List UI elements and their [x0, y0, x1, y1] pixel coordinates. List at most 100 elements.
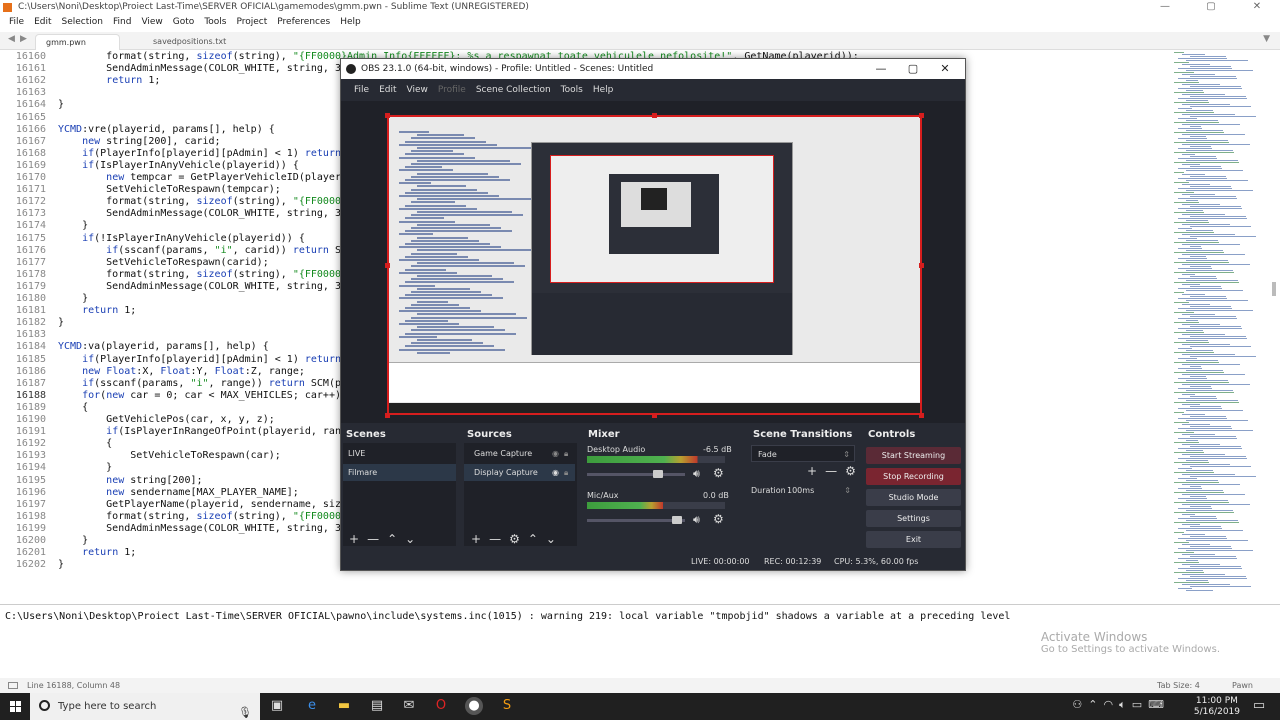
- code-line[interactable]: if(IsPlayerInRangeOfPoint(playerid, rang: [58, 426, 347, 437]
- code-line[interactable]: if(PlayerInfo[playerid][pAdmin] < 1) ret…: [58, 354, 341, 365]
- settings-button[interactable]: Settings: [866, 510, 961, 527]
- code-line[interactable]: new tempcar = GetPlayerVehicleID(playeri: [58, 172, 347, 183]
- menu-item-goto[interactable]: Goto: [168, 15, 200, 29]
- tab-savedpositions[interactable]: savedpositions.txt: [143, 34, 233, 50]
- code-line[interactable]: if(IsPlayerInAnyVehicle(playerid)) {: [58, 160, 299, 171]
- code-line[interactable]: {: [58, 402, 88, 413]
- notifications-icon[interactable]: ▭: [1250, 697, 1268, 715]
- task-view-icon[interactable]: ▣: [268, 697, 286, 715]
- obs-menu-tools[interactable]: Tools: [556, 79, 588, 101]
- mail-icon[interactable]: ✉: [400, 697, 418, 715]
- menu-item-find[interactable]: Find: [108, 15, 136, 29]
- minimap[interactable]: [1170, 50, 1280, 595]
- move-up-icon[interactable]: ⌃: [387, 532, 397, 546]
- close-icon[interactable]: ✕: [1234, 0, 1280, 15]
- tab-dropdown-icon[interactable]: ▼: [1263, 34, 1270, 44]
- resize-handle[interactable]: [652, 113, 657, 118]
- code-line[interactable]: SendAdminMessage(COLOR_WHITE, string, 3): [58, 208, 347, 219]
- edge-browser-icon[interactable]: e: [303, 697, 321, 715]
- speaker-icon[interactable]: 🔊︎: [693, 513, 700, 527]
- obs-preview[interactable]: [341, 101, 965, 423]
- eye-icon[interactable]: ◉: [552, 464, 559, 481]
- microphone-icon[interactable]: 🎙︎: [238, 699, 252, 726]
- minimize-icon[interactable]: —: [1142, 0, 1188, 15]
- volume-slider[interactable]: [587, 473, 685, 476]
- volume-slider-knob[interactable]: [672, 516, 683, 524]
- obs-taskbar-icon[interactable]: ●: [465, 697, 483, 715]
- obs-menu-file[interactable]: File: [349, 79, 374, 101]
- source-item-display-capture[interactable]: Display Capture ◉ 🔒︎: [464, 464, 575, 481]
- resize-handle[interactable]: [652, 413, 657, 418]
- code-line[interactable]: SetVehicleToRespawn(tempcar);: [58, 184, 281, 195]
- panel-toggle-icon[interactable]: [8, 682, 18, 689]
- start-streaming-button[interactable]: Start Streaming: [866, 447, 961, 464]
- obs-menu-edit[interactable]: Edit: [374, 79, 401, 101]
- audio-settings-gear-icon[interactable]: ⚙: [713, 466, 724, 480]
- sublime-taskbar-icon[interactable]: S: [498, 697, 516, 715]
- code-line[interactable]: format(string, sizeof(string), "{FF0000: [58, 511, 341, 522]
- remove-source-icon[interactable]: —: [489, 532, 501, 546]
- code-line[interactable]: if(PlayerInfo[playerid][pAdmin] < 1) ret…: [58, 148, 341, 159]
- exit-button[interactable]: Exit: [866, 531, 961, 548]
- menu-item-project[interactable]: Project: [231, 15, 272, 29]
- scene-item-live[interactable]: LIVE: [343, 445, 456, 462]
- add-transition-icon[interactable]: +: [807, 464, 817, 478]
- stop-recording-button[interactable]: Stop Recording: [866, 468, 961, 485]
- code-line[interactable]: format(string, sizeof(string), "{FF0000: [58, 196, 341, 207]
- code-line[interactable]: if(!IsPlayerInAnyVehicle(playerid)) {: [58, 233, 305, 244]
- taskbar-clock[interactable]: 11:00 PM 5/16/2019: [1194, 696, 1240, 718]
- store-icon[interactable]: ▤: [368, 697, 386, 715]
- code-line[interactable]: for(new car = 0; car < MAX_VEHICLES; car…: [58, 390, 341, 401]
- battery-icon[interactable]: ▭: [1132, 698, 1148, 711]
- code-line[interactable]: new sendername[MAX_PLAYER_NAME];: [58, 487, 299, 498]
- code-line[interactable]: if(sscanf(params, "i", range)) return SC…: [58, 378, 347, 389]
- code-line[interactable]: SendAdminMessage(COLOR_WHITE, string, 3): [58, 523, 347, 534]
- resize-handle[interactable]: [919, 413, 924, 418]
- lock-icon[interactable]: 🔒︎: [564, 445, 568, 462]
- code-line[interactable]: [58, 87, 82, 98]
- code-line[interactable]: }: [58, 559, 64, 570]
- opera-icon[interactable]: O: [432, 697, 450, 715]
- scenes-list[interactable]: LIVE Filmare: [343, 443, 456, 546]
- obs-menu-profile[interactable]: Profile: [433, 79, 471, 101]
- people-icon[interactable]: ⚇: [1072, 698, 1088, 711]
- resize-handle[interactable]: [385, 113, 390, 118]
- language-icon[interactable]: ⌨: [1148, 698, 1170, 711]
- status-tab-size[interactable]: Tab Size: 4: [1157, 678, 1200, 693]
- code-line[interactable]: format(string, sizeof(string), "{FF0000: [58, 269, 341, 280]
- maximize-icon[interactable]: ▢: [1188, 0, 1234, 15]
- studio-mode-button[interactable]: Studio Mode: [866, 489, 961, 506]
- spin-arrows-icon[interactable]: ⇕: [844, 483, 851, 498]
- transition-settings-gear-icon[interactable]: ⚙: [845, 464, 856, 478]
- tab-nav-left-icon[interactable]: ◀: [8, 34, 15, 44]
- source-settings-gear-icon[interactable]: ⚙: [509, 532, 520, 546]
- code-line[interactable]: }: [58, 462, 112, 473]
- code-line[interactable]: SetVehicleToRespawn(car);: [58, 450, 281, 461]
- audio-settings-gear-icon[interactable]: ⚙: [713, 512, 724, 526]
- menu-item-tools[interactable]: Tools: [199, 15, 231, 29]
- volume-slider-knob[interactable]: [653, 470, 663, 478]
- wifi-icon[interactable]: ◠: [1103, 698, 1119, 711]
- code-line[interactable]: return 1;: [58, 75, 160, 86]
- menu-item-selection[interactable]: Selection: [57, 15, 108, 29]
- obs-menu-view[interactable]: View: [402, 79, 433, 101]
- remove-transition-icon[interactable]: —: [825, 464, 837, 478]
- duration-spinbox[interactable]: 100ms ⇕: [785, 483, 855, 498]
- code-line[interactable]: {: [58, 438, 112, 449]
- code-line[interactable]: }: [58, 293, 88, 304]
- code-line[interactable]: return 1;: [58, 305, 136, 316]
- obs-close-icon[interactable]: ✕: [929, 59, 961, 79]
- code-line[interactable]: new Float:X, Float:Y, Float:Z, range;: [58, 366, 305, 377]
- tray-overflow-icon[interactable]: ⌃: [1088, 698, 1103, 711]
- code-line[interactable]: SetVehicleToRespawn(carid);: [58, 257, 269, 268]
- code-line[interactable]: }: [58, 220, 88, 231]
- volume-icon[interactable]: 🔈︎: [1119, 698, 1132, 711]
- move-down-icon[interactable]: ⌄: [546, 532, 556, 546]
- scene-item-filmare[interactable]: Filmare: [343, 464, 456, 481]
- speaker-icon[interactable]: 🔊︎: [693, 467, 700, 481]
- code-line[interactable]: YCMD:va(playerid, params[], help) {: [58, 341, 269, 352]
- menu-item-preferences[interactable]: Preferences: [272, 15, 335, 29]
- lock-icon[interactable]: 🔒︎: [564, 464, 568, 481]
- status-syntax[interactable]: Pawn: [1232, 678, 1253, 693]
- volume-slider[interactable]: [587, 519, 685, 522]
